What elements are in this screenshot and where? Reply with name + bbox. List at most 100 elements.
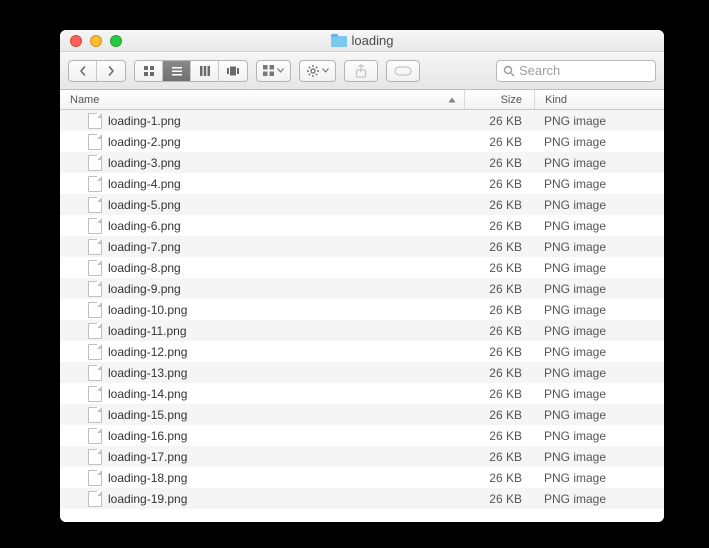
file-size: 26 KB [464,429,534,443]
file-size: 26 KB [464,156,534,170]
icon-view-button[interactable] [135,61,163,81]
tag-icon [394,66,412,76]
file-size: 26 KB [464,492,534,506]
file-name: loading-10.png [108,303,187,317]
share-button[interactable] [344,60,378,82]
file-size: 26 KB [464,114,534,128]
file-icon [88,176,102,192]
name-column-header[interactable]: Name [60,94,464,106]
file-icon [88,428,102,444]
file-kind: PNG image [534,324,664,338]
file-row[interactable]: loading-17.png 26 KBPNG image [60,446,664,467]
window-title: loading [60,33,664,48]
back-button[interactable] [69,61,97,81]
toolbar: Search [60,52,664,90]
file-name: loading-11.png [108,324,187,338]
minimize-button[interactable] [90,35,102,47]
coverflow-view-button[interactable] [219,61,247,81]
folder-icon [331,34,347,47]
file-kind: PNG image [534,345,664,359]
file-kind: PNG image [534,366,664,380]
file-icon [88,323,102,339]
file-row[interactable]: loading-8.png 26 KBPNG image [60,257,664,278]
file-kind: PNG image [534,450,664,464]
list-view-button[interactable] [163,61,191,81]
file-row[interactable]: loading-14.png26 KBPNG image [60,383,664,404]
sort-ascending-icon [448,94,456,106]
file-row[interactable]: loading-11.png26 KBPNG image [60,320,664,341]
zoom-button[interactable] [110,35,122,47]
file-kind: PNG image [534,261,664,275]
column-view-button[interactable] [191,61,219,81]
file-icon [88,155,102,171]
file-name: loading-18.png [108,471,187,485]
chevron-down-icon [277,68,284,73]
file-row[interactable]: loading-9.png26 KBPNG image [60,278,664,299]
close-button[interactable] [70,35,82,47]
file-name: loading-16.png [108,429,187,443]
file-size: 26 KB [464,240,534,254]
file-kind: PNG image [534,471,664,485]
file-kind: PNG image [534,114,664,128]
file-name: loading-1.png [108,114,181,128]
file-row[interactable]: loading-6.png26 KBPNG image [60,215,664,236]
kind-column-header[interactable]: Kind [534,90,664,109]
file-size: 26 KB [464,408,534,422]
file-name: loading-2.png [108,135,181,149]
file-icon [88,344,102,360]
file-icon [88,260,102,276]
file-kind: PNG image [534,408,664,422]
tags-button[interactable] [386,60,420,82]
file-icon [88,386,102,402]
file-size: 26 KB [464,198,534,212]
file-kind: PNG image [534,429,664,443]
file-kind: PNG image [534,303,664,317]
search-icon [503,65,515,77]
file-size: 26 KB [464,387,534,401]
file-row[interactable]: loading-2.png26 KBPNG image [60,131,664,152]
file-size: 26 KB [464,282,534,296]
file-row[interactable]: loading-10.png26 KBPNG image [60,299,664,320]
file-row[interactable]: loading-15.png26 KBPNG image [60,404,664,425]
file-icon [88,407,102,423]
file-row[interactable]: loading-19.png 26 KBPNG image [60,488,664,509]
file-name: loading-3.png [108,156,181,170]
forward-button[interactable] [97,61,125,81]
search-placeholder: Search [519,63,560,78]
file-row[interactable]: loading-5.png26 KBPNG image [60,194,664,215]
file-name: loading-19.png [108,492,187,506]
file-list[interactable]: loading-1.png26 KBPNG imageloading-2.png… [60,110,664,522]
file-size: 26 KB [464,345,534,359]
file-row[interactable]: loading-18.png 26 KBPNG image [60,467,664,488]
file-name: loading-17.png [108,450,187,464]
file-row[interactable]: loading-4.png26 KBPNG image [60,173,664,194]
file-kind: PNG image [534,219,664,233]
search-input[interactable]: Search [496,60,656,82]
action-menu-button[interactable] [299,60,336,82]
titlebar[interactable]: loading [60,30,664,52]
file-size: 26 KB [464,450,534,464]
file-size: 26 KB [464,177,534,191]
chevron-down-icon [322,68,329,73]
file-row[interactable]: loading-1.png 26 KBPNG image [60,110,664,131]
file-name: loading-7.png [108,240,181,254]
arrange-menu-button[interactable] [256,60,291,82]
file-icon [88,365,102,381]
file-size: 26 KB [464,471,534,485]
file-kind: PNG image [534,156,664,170]
file-kind: PNG image [534,240,664,254]
size-column-header[interactable]: Size [464,90,534,109]
file-row[interactable]: loading-16.png 26 KBPNG image [60,425,664,446]
file-row[interactable]: loading-3.png 26 KBPNG image [60,152,664,173]
file-size: 26 KB [464,219,534,233]
file-row[interactable]: loading-13.png26 KBPNG image [60,362,664,383]
file-kind: PNG image [534,135,664,149]
file-size: 26 KB [464,366,534,380]
file-row[interactable]: loading-12.png26 KBPNG image [60,341,664,362]
file-name: loading-8.png [108,261,181,275]
file-row[interactable]: loading-7.png 26 KBPNG image [60,236,664,257]
file-kind: PNG image [534,387,664,401]
file-size: 26 KB [464,261,534,275]
file-kind: PNG image [534,492,664,506]
file-name: loading-9.png [108,282,181,296]
